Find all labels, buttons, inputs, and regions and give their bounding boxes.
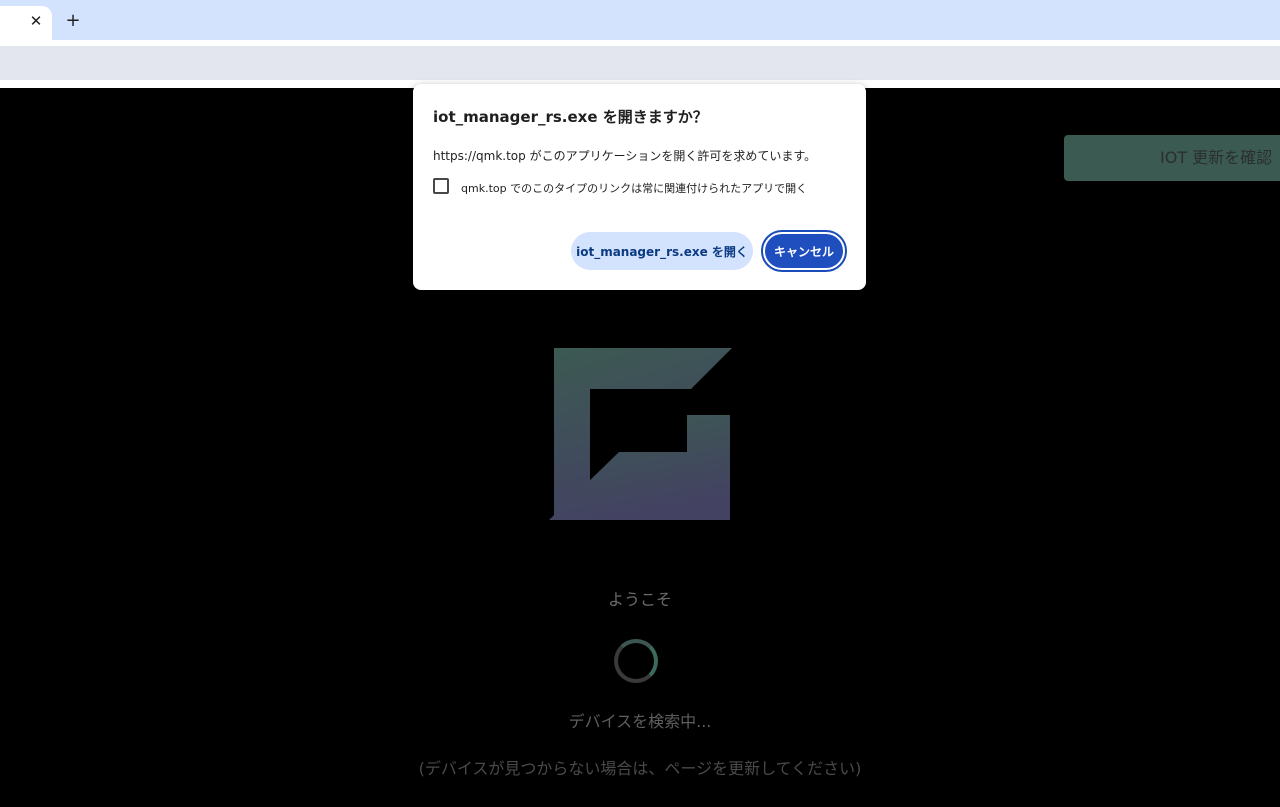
new-tab-icon[interactable]: +	[62, 9, 84, 31]
cancel-button[interactable]: キャンセル	[761, 230, 847, 272]
browser-toolbar	[0, 46, 1280, 80]
searching-status: デバイスを検索中...	[568, 712, 712, 731]
refresh-hint: (デバイスが見つからない場合は、ページを更新してください)	[418, 759, 862, 778]
cancel-button-label[interactable]: キャンセル	[765, 234, 843, 268]
always-open-checkbox[interactable]	[433, 178, 449, 194]
always-open-checkbox-label[interactable]: qmk.top でのこのタイプのリンクは常に関連付けられたアプリで開く	[461, 180, 807, 196]
dialog-message: https://qmk.top がこのアプリケーションを開く許可を求めています。	[433, 149, 817, 163]
iot-update-check-button[interactable]: IOT 更新を確認	[1064, 135, 1280, 181]
open-app-dialog: iot_manager_rs.exe を開きますか？ https://qmk.t…	[413, 84, 866, 290]
open-app-button[interactable]: iot_manager_rs.exe を開く	[571, 232, 753, 270]
close-tab-icon[interactable]: ✕	[28, 12, 44, 30]
loading-spinner-icon	[614, 639, 658, 683]
tab-strip: ✕ +	[0, 0, 1280, 40]
browser-tab[interactable]: ✕	[0, 6, 52, 40]
dialog-title: iot_manager_rs.exe を開きますか？	[433, 108, 708, 126]
app-logo-icon	[549, 348, 732, 520]
welcome-text: ようこそ	[607, 590, 672, 609]
